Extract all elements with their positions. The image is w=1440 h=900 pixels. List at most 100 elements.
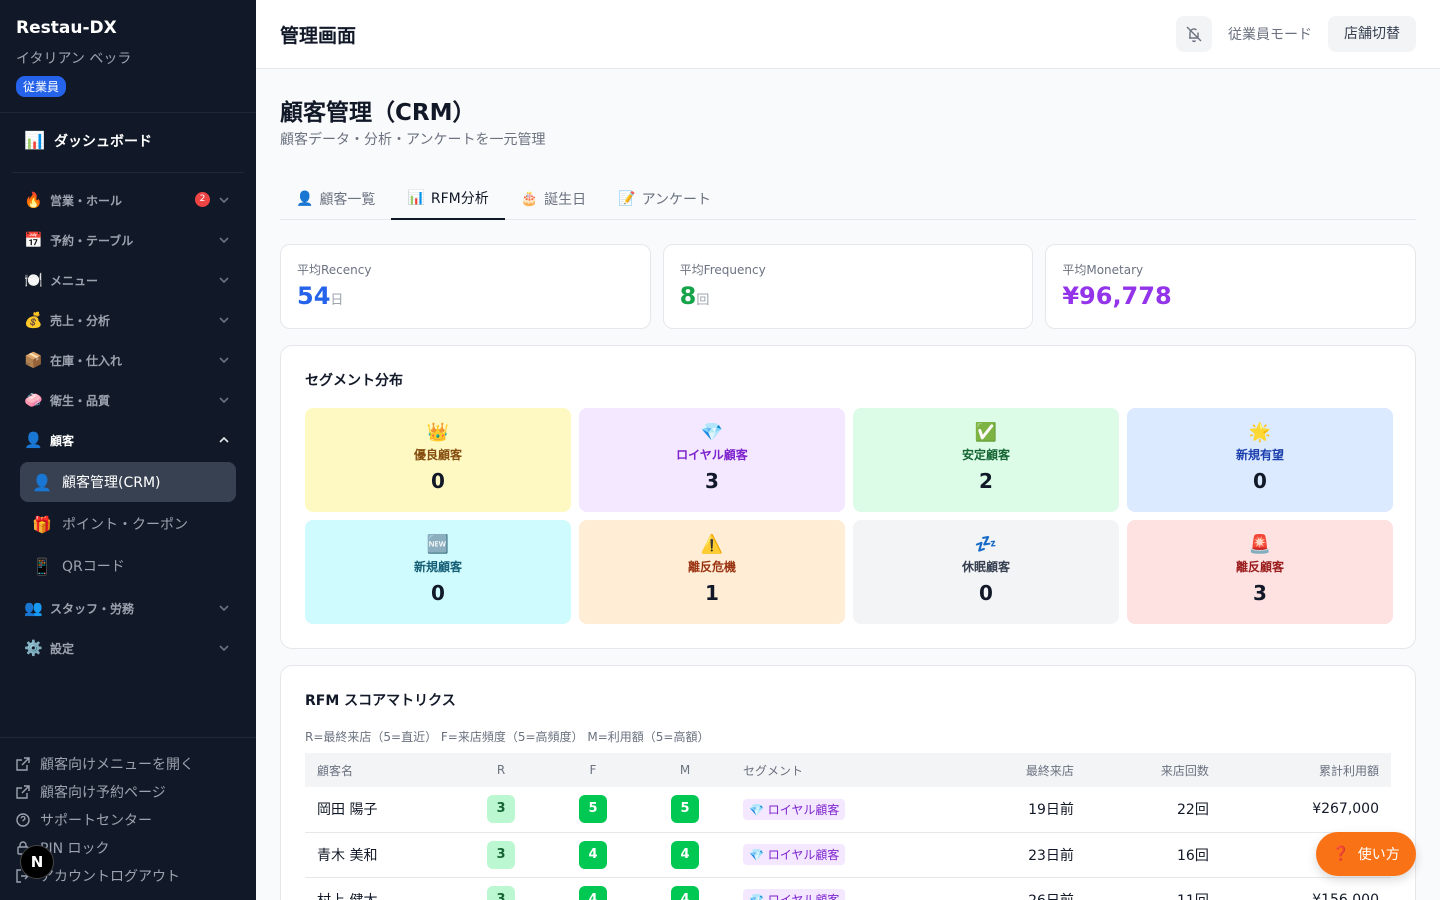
fire-icon: 🔥 xyxy=(24,191,43,209)
kpi-number: 54 xyxy=(297,282,331,310)
segment-count: 0 xyxy=(431,469,445,493)
col-header-m[interactable]: M xyxy=(639,753,731,787)
chevron-down-icon xyxy=(216,272,232,288)
nav-group-settings[interactable]: ⚙️ 設定 xyxy=(12,628,244,668)
card-title: RFM スコアマトリクス xyxy=(305,693,456,709)
tab-rfm-analysis[interactable]: 📊 RFM分析 xyxy=(391,177,505,220)
kpi-recency: 平均Recency 54日 xyxy=(280,244,651,329)
segment-name: 優良顧客 xyxy=(413,448,462,462)
notifications-button[interactable] xyxy=(1176,16,1212,52)
sidebar-item-label: ポイント・クーポン xyxy=(62,517,188,533)
page-subtitle: 顧客データ・分析・アンケートを一元管理 xyxy=(280,132,546,148)
sidebar: Restau-DX イタリアン ベッラ 従業員 📊 ダッシュボード 🔥 営業・ホ… xyxy=(0,0,256,900)
tab-survey[interactable]: 📝 アンケート xyxy=(602,177,727,220)
customer-name: 岡田 陽子 xyxy=(305,787,455,833)
nav-group-sales-analysis[interactable]: 💰 売上・分析 xyxy=(12,300,244,340)
help-button[interactable]: ❓ 使い方 xyxy=(1316,832,1416,876)
segment-count: 2 xyxy=(979,469,993,493)
last-visit: 26日前 xyxy=(951,877,1086,900)
col-header-r[interactable]: R xyxy=(455,753,547,787)
sidebar-item-crm[interactable]: 👤 顧客管理(CRM) xyxy=(20,462,236,502)
question-icon: ❓ xyxy=(1332,846,1350,862)
col-header-visits[interactable]: 来店回数 xyxy=(1086,753,1221,787)
col-header-segment[interactable]: セグメント xyxy=(731,753,951,787)
sidebar-item-points-coupons[interactable]: 🎁 ポイント・クーポン xyxy=(20,504,236,544)
f-score: 4 xyxy=(579,885,607,900)
tab-customer-list[interactable]: 👤 顧客一覧 xyxy=(280,177,391,220)
nav-group-hygiene[interactable]: 🧼 衛生・品質 xyxy=(12,380,244,420)
chevron-down-icon xyxy=(216,392,232,408)
segment-tile-promising[interactable]: 🌟 新規有望 0 xyxy=(1127,408,1393,512)
col-header-name[interactable]: 顧客名 xyxy=(305,753,455,787)
customer-name: 村上 健太 xyxy=(305,877,455,900)
warning-icon: ⚠️ xyxy=(700,534,724,555)
segment-count: 1 xyxy=(705,581,719,605)
page-header-title: 管理画面 xyxy=(280,25,357,47)
nav-group-label: 衛生・品質 xyxy=(50,393,111,408)
main-content: 顧客管理（CRM） 顧客データ・分析・アンケートを一元管理 👤 顧客一覧 📊 R… xyxy=(280,69,1417,900)
tab-bar: 👤 顧客一覧 📊 RFM分析 🎂 誕生日 📝 アンケート xyxy=(280,177,1416,220)
rfm-table: 顧客名 R F M セグメント 最終来店 来店回数 累計利用額 岡田 陽子 3 … xyxy=(305,753,1391,900)
table-row[interactable]: 青木 美和 3 4 4 💎 ロイヤル顧客 23日前 16回 ¥ xyxy=(305,832,1391,878)
segment-name: 休眠顧客 xyxy=(961,560,1010,574)
rfm-matrix-card: RFM スコアマトリクス R=最終来店（5=直近） F=来店頻度（5=高頻度） … xyxy=(280,665,1416,900)
segment-tile-stable[interactable]: ✅ 安定顧客 2 xyxy=(853,408,1119,512)
nav-group-staff[interactable]: 👥 スタッフ・労務 xyxy=(12,588,244,628)
employee-mode-label[interactable]: 従業員モード xyxy=(1228,24,1312,44)
f-score: 4 xyxy=(579,840,607,869)
gear-icon: ⚙️ xyxy=(24,639,43,657)
sidebar-item-qr-code[interactable]: 📱 QRコード xyxy=(20,546,236,586)
nav-group-label: 営業・ホール xyxy=(50,193,123,208)
customer-reservation-link[interactable]: 顧客向け予約ページ xyxy=(16,778,240,806)
segment-tile-excellent[interactable]: 👑 優良顧客 0 xyxy=(305,408,571,512)
segment-name: 新規顧客 xyxy=(413,560,462,574)
nav-group-menu[interactable]: 🍽️ メニュー xyxy=(12,260,244,300)
segment-tile-at-risk[interactable]: ⚠️ 離反危機 1 xyxy=(579,520,845,624)
nav-group-sales-hall[interactable]: 🔥 営業・ホール 2 xyxy=(12,180,244,220)
table-header-row: 顧客名 R F M セグメント 最終来店 来店回数 累計利用額 xyxy=(305,753,1391,787)
segment-tile-new[interactable]: 🆕 新規顧客 0 xyxy=(305,520,571,624)
m-score: 4 xyxy=(671,885,699,900)
link-label: サポートセンター xyxy=(40,813,152,829)
siren-icon: 🚨 xyxy=(1248,534,1272,555)
nextjs-dev-badge[interactable]: N xyxy=(20,845,54,879)
col-header-f[interactable]: F xyxy=(547,753,639,787)
nav-group-label: 顧客 xyxy=(50,433,75,448)
role-badge: 従業員 xyxy=(16,76,67,97)
table-row[interactable]: 村上 健太 3 4 4 💎 ロイヤル顧客 26日前 11回 ¥156,000 xyxy=(305,877,1391,900)
col-header-last-visit[interactable]: 最終来店 xyxy=(951,753,1086,787)
nav-group-reservation[interactable]: 📅 予約・テーブル xyxy=(12,220,244,260)
segment-tile-churned[interactable]: 🚨 離反顧客 3 xyxy=(1127,520,1393,624)
sidebar-nav: 🔥 営業・ホール 2 📅 予約・テーブル 🍽️ メニュー 💰 売上・分析 📦 在… xyxy=(12,180,244,668)
segment-tag: 💎 ロイヤル顧客 xyxy=(743,798,846,820)
dashboard-link[interactable]: 📊 ダッシュボード xyxy=(12,113,244,173)
nav-group-customer[interactable]: 👤 顧客 xyxy=(12,420,244,460)
tab-birthday[interactable]: 🎂 誕生日 xyxy=(505,177,602,220)
chart-icon: 📊 xyxy=(24,131,46,151)
link-label: 顧客向けメニューを開く xyxy=(40,757,194,773)
brand-name: Restau-DX xyxy=(16,18,117,38)
support-center-link[interactable]: サポートセンター xyxy=(16,806,240,834)
soap-icon: 🧼 xyxy=(24,391,43,409)
last-visit: 19日前 xyxy=(951,787,1086,833)
segment-name: ロイヤル顧客 xyxy=(676,448,748,462)
chevron-down-icon xyxy=(216,232,232,248)
col-header-total[interactable]: 累計利用額 xyxy=(1221,753,1391,787)
segment-tile-dormant[interactable]: 💤 休眠顧客 0 xyxy=(853,520,1119,624)
tab-label: 顧客一覧 xyxy=(319,191,376,208)
nav-group-label: 予約・テーブル xyxy=(50,233,134,248)
store-switch-button[interactable]: 店舗切替 xyxy=(1328,16,1416,52)
segment-count: 0 xyxy=(979,581,993,605)
chevron-down-icon xyxy=(216,312,232,328)
nav-group-inventory[interactable]: 📦 在庫・仕入れ xyxy=(12,340,244,380)
crown-icon: 👑 xyxy=(426,422,450,443)
segment-tile-loyal[interactable]: 💎 ロイヤル顧客 3 xyxy=(579,408,845,512)
tab-label: アンケート xyxy=(641,191,712,208)
person-icon: 👤 xyxy=(32,472,52,492)
kpi-number: ¥96,778 xyxy=(1062,282,1172,310)
external-link-icon xyxy=(16,757,30,771)
visit-count: 11回 xyxy=(1085,877,1221,900)
open-customer-menu-link[interactable]: 顧客向けメニューを開く xyxy=(16,750,240,778)
kpi-frequency: 平均Frequency 8回 xyxy=(662,244,1034,329)
table-row[interactable]: 岡田 陽子 3 5 5 💎 ロイヤル顧客 19日前 22回 ¥267,000 xyxy=(305,787,1391,833)
